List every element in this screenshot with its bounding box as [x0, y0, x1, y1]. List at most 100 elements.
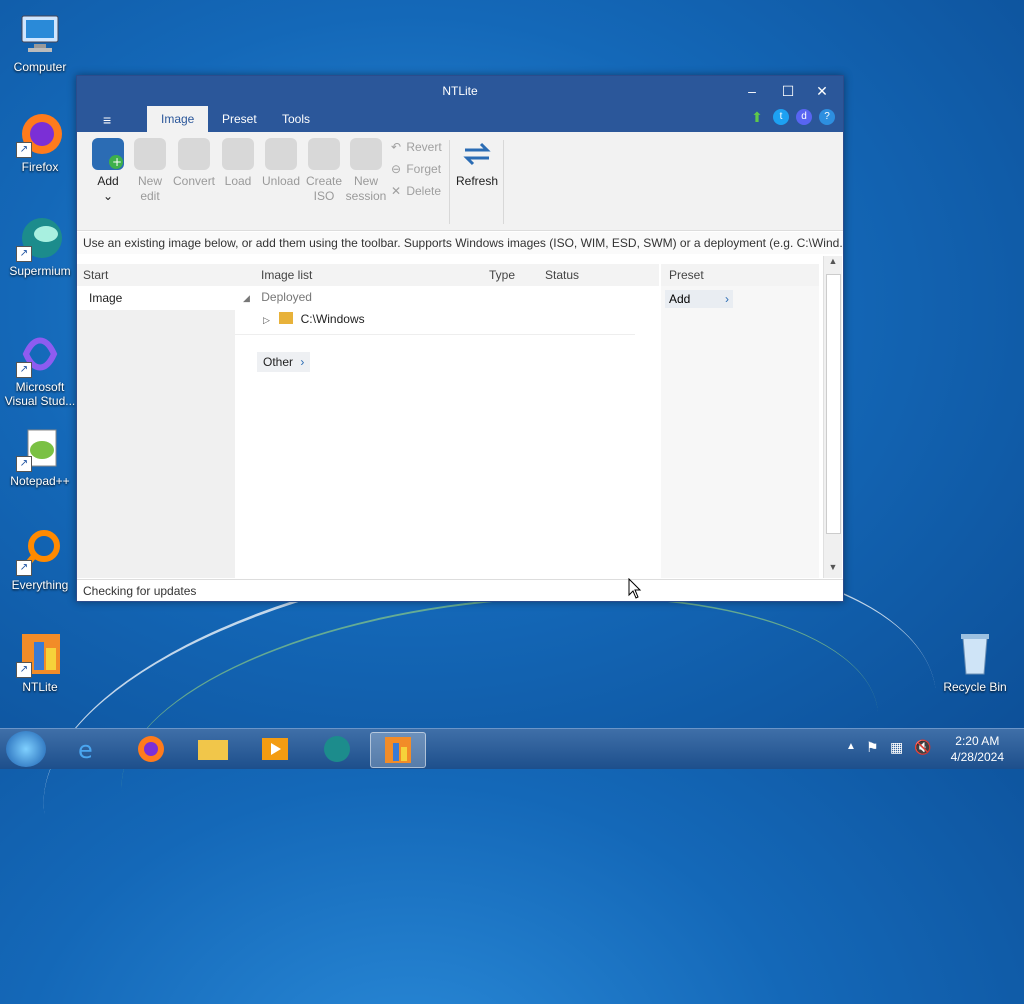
volume-muted-icon[interactable]: 🔇 — [914, 739, 931, 756]
shortcut-arrow-icon: ↗ — [16, 362, 32, 378]
taskbar-explorer-icon[interactable] — [186, 732, 240, 766]
create-iso-button[interactable]: Create ISO — [303, 138, 345, 204]
start-button[interactable] — [6, 731, 46, 767]
shortcut-arrow-icon: ↗ — [16, 662, 32, 678]
tab-image[interactable]: Image — [147, 106, 209, 132]
new-session-button[interactable]: New session — [345, 138, 387, 204]
shortcut-arrow-icon: ↗ — [16, 246, 32, 262]
desktop-icon-computer[interactable]: Computer — [2, 10, 78, 74]
delete-button[interactable]: ✕ Delete — [389, 184, 441, 198]
nav-item-image[interactable]: Image — [77, 286, 235, 310]
add-button[interactable]: + Add ⌄ — [87, 138, 129, 204]
scroll-thumb[interactable] — [826, 274, 841, 534]
desktop-icon-ntlite[interactable]: ↗ NTLite — [2, 630, 78, 694]
shortcut-arrow-icon: ↗ — [16, 456, 32, 472]
column-image-list[interactable]: Image list — [261, 264, 312, 286]
desktop-icon-label: Firefox — [21, 160, 59, 174]
minimize-button[interactable]: – — [735, 80, 769, 102]
update-arrow-icon[interactable]: ⬆ — [749, 109, 765, 125]
group-deployed-label: Deployed — [261, 290, 312, 304]
network-icon[interactable]: ▦ — [890, 739, 903, 756]
image-list-pane: Image list Type Status ◢ Deployed ▷ C:\W… — [235, 264, 659, 578]
notepadpp-icon: ↗ — [16, 424, 64, 472]
delete-icon: ✕ — [390, 184, 402, 198]
supermium-icon: ↗ — [16, 214, 64, 262]
other-button[interactable]: Other › — [257, 352, 311, 372]
new-edit-button[interactable]: New edit — [129, 138, 171, 204]
new-edit-label: New edit — [137, 174, 162, 203]
close-button[interactable]: ✕ — [805, 80, 839, 102]
menu-icon[interactable]: ≡ — [103, 112, 111, 128]
scroll-up-icon[interactable]: ▲ — [824, 256, 842, 272]
preset-add-button[interactable]: Add › — [665, 290, 733, 308]
clock-date: 4/28/2024 — [950, 750, 1004, 764]
undo-icon: ↶ — [390, 140, 402, 154]
start-pane: Start Image — [77, 264, 235, 578]
image-path: C:\Windows — [300, 312, 365, 326]
new-edit-icon — [134, 138, 166, 170]
convert-icon — [178, 138, 210, 170]
taskbar-supermium-icon[interactable] — [310, 732, 364, 766]
revert-label: Revert — [406, 140, 442, 154]
refresh-button[interactable]: Refresh — [455, 138, 499, 189]
folder-icon — [279, 312, 294, 324]
tab-preset[interactable]: Preset — [208, 106, 271, 132]
desktop-icon-recycle-bin[interactable]: Recycle Bin — [937, 630, 1013, 694]
ribbon-toolbar: + Add ⌄ New edit Convert Load Unload Crea… — [77, 132, 843, 231]
computer-icon — [16, 10, 64, 58]
chevron-right-icon: › — [300, 355, 305, 369]
recycle-bin-icon — [951, 630, 999, 678]
show-hidden-icons-icon[interactable]: ▲ — [846, 741, 856, 752]
taskbar: e ▲ ⚑ ▦ 🔇 2:20 AM 4/28/2024 — [0, 728, 1024, 769]
twitter-icon[interactable]: t — [773, 109, 789, 125]
title-bar: NTLite – ☐ ✕ ≡ Image Preset Tools ⬆ t d … — [77, 76, 843, 132]
desktop-icon-visual-studio[interactable]: ↗ Microsoft Visual Stud... — [2, 330, 78, 408]
convert-label: Convert — [173, 174, 216, 188]
taskbar-media-player-icon[interactable] — [248, 732, 302, 766]
ribbon-separator — [503, 140, 504, 224]
unload-button[interactable]: Unload — [260, 138, 302, 189]
list-item[interactable]: ▷ C:\Windows — [263, 312, 365, 326]
desktop-icon-label: Everything — [11, 578, 69, 592]
vertical-scrollbar[interactable]: ▲ ▼ — [823, 256, 842, 578]
maximize-button[interactable]: ☐ — [771, 80, 805, 102]
scroll-down-icon[interactable]: ▼ — [824, 562, 842, 578]
desktop-icon-label: Recycle Bin — [943, 680, 1007, 694]
group-deployed[interactable]: ◢ Deployed — [243, 290, 312, 304]
help-icon[interactable]: ? — [819, 109, 835, 125]
load-button[interactable]: Load — [217, 138, 259, 189]
forget-button[interactable]: ⊖ Forget — [389, 162, 441, 176]
column-type[interactable]: Type — [489, 264, 515, 286]
taskbar-ie-icon[interactable]: e — [62, 732, 116, 766]
clock-time: 2:20 AM — [955, 734, 1000, 748]
divider — [235, 334, 635, 335]
start-header: Start — [77, 264, 235, 286]
action-center-flag-icon[interactable]: ⚑ — [866, 739, 879, 756]
convert-button[interactable]: Convert — [173, 138, 215, 189]
load-icon — [222, 138, 254, 170]
clock[interactable]: 2:20 AM 4/28/2024 — [951, 733, 1004, 765]
taskbar-ntlite-icon[interactable] — [370, 732, 426, 768]
forget-label: Forget — [406, 162, 442, 176]
tab-tools[interactable]: Tools — [268, 106, 324, 132]
desktop-icon-supermium[interactable]: ↗ Supermium — [2, 214, 78, 278]
unload-icon — [265, 138, 297, 170]
revert-button[interactable]: ↶ Revert — [389, 140, 442, 154]
refresh-icon — [461, 138, 493, 170]
discord-icon[interactable]: d — [796, 109, 812, 125]
taskbar-firefox-icon[interactable] — [124, 732, 178, 766]
create-iso-label: Create ISO — [305, 174, 343, 203]
load-label: Load — [224, 174, 252, 188]
svg-text:e: e — [78, 736, 93, 764]
ribbon-separator — [449, 140, 450, 224]
column-status[interactable]: Status — [545, 264, 579, 286]
desktop-icon-firefox[interactable]: ↗ Firefox — [2, 110, 78, 174]
preset-pane: Preset Add › — [661, 264, 819, 578]
desktop-icon-notepadpp[interactable]: ↗ Notepad++ — [2, 424, 78, 488]
new-session-label: New session — [345, 174, 387, 203]
desktop-icon-label: Supermium — [9, 264, 71, 278]
desktop-icon-everything[interactable]: ↗ Everything — [2, 528, 78, 592]
chevron-down-icon: ⌄ — [102, 189, 114, 203]
image-list-header: Image list Type Status — [235, 264, 659, 286]
chevron-right-icon: › — [725, 292, 729, 306]
